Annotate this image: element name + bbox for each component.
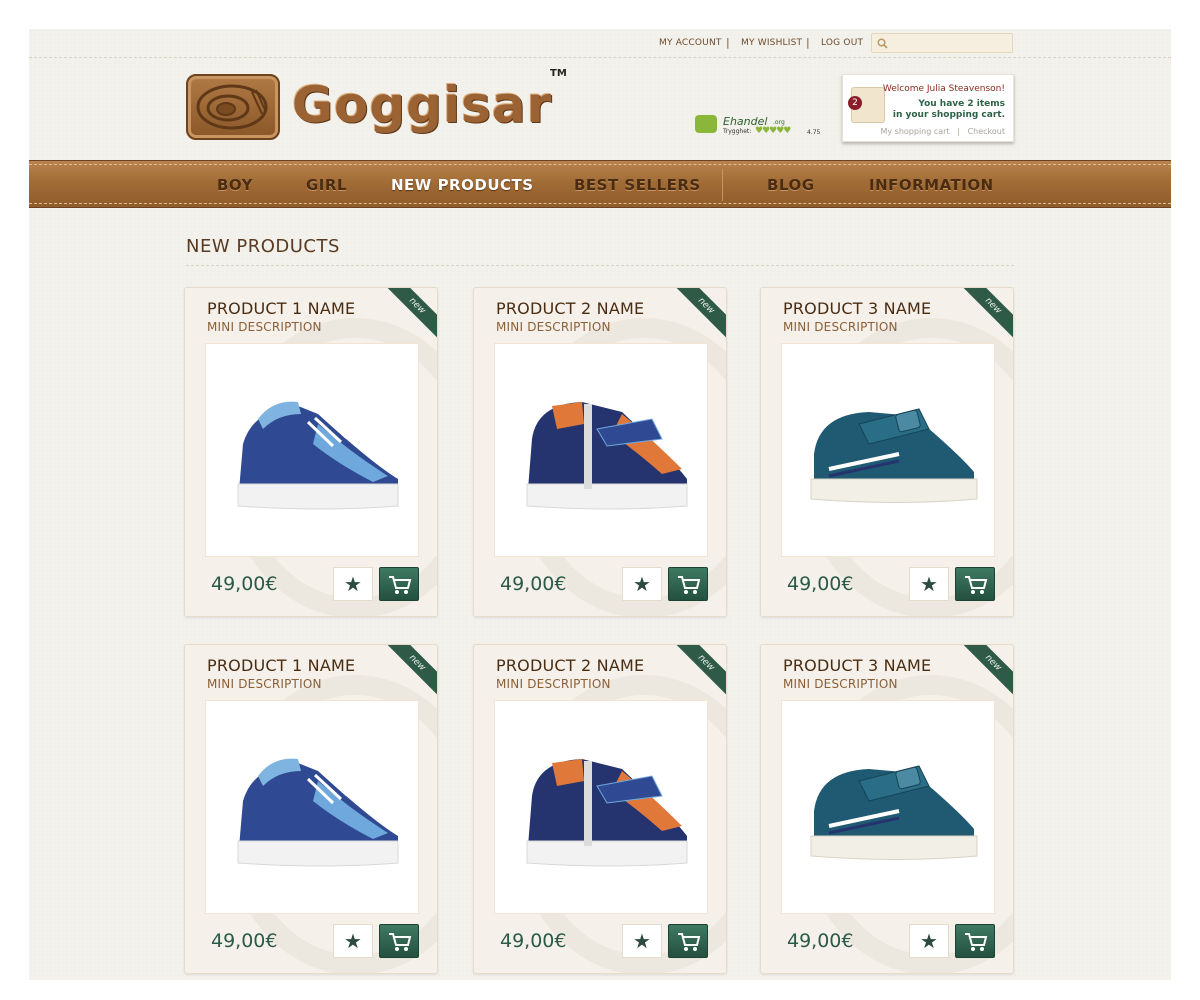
cart-icon: [965, 576, 988, 594]
product-description: MINI DESCRIPTION: [207, 677, 322, 691]
log-out-link[interactable]: LOG OUT: [821, 38, 863, 48]
rating-hearts-icon: ♥♥♥♥♥: [755, 126, 791, 136]
product-name[interactable]: PRODUCT 2 NAME: [496, 656, 644, 675]
add-to-wishlist-button[interactable]: ★: [909, 567, 949, 601]
product-price: 49,00€: [211, 930, 278, 952]
product-card[interactable]: PRODUCT 2 NAME MINI DESCRIPTION new 49,0…: [473, 287, 727, 617]
add-to-wishlist-button[interactable]: ★: [622, 924, 662, 958]
cart-icon: [678, 933, 701, 951]
search-box[interactable]: [871, 33, 1013, 53]
add-to-wishlist-button[interactable]: ★: [622, 567, 662, 601]
teal-velcro-shoe-icon: [810, 765, 978, 860]
navy-orange-zip-boot-icon: [526, 759, 688, 867]
cart-link-separator: |: [957, 127, 960, 136]
product-name[interactable]: PRODUCT 3 NAME: [783, 299, 931, 318]
cart-icon: [389, 576, 412, 594]
add-to-cart-button[interactable]: [379, 924, 419, 958]
product-image[interactable]: [781, 343, 995, 557]
product-card[interactable]: PRODUCT 1 NAME MINI DESCRIPTION new 49,0…: [184, 644, 438, 974]
logo-trademark: TM: [550, 68, 567, 79]
product-price: 49,00€: [787, 930, 854, 952]
teal-velcro-shoe-icon: [810, 408, 978, 503]
product-price: 49,00€: [500, 573, 567, 595]
cart-items-text: You have 2 items: [918, 99, 1005, 109]
search-icon[interactable]: [877, 38, 888, 49]
main-nav: BOY GIRL NEW PRODUCTS BEST SELLERS BLOG …: [29, 160, 1171, 208]
nav-item-girl[interactable]: GIRL: [306, 176, 347, 194]
cart-items-text-2: in your shopping cart.: [892, 110, 1005, 120]
nav-item-best-sellers[interactable]: BEST SELLERS: [574, 176, 701, 194]
product-card[interactable]: PRODUCT 3 NAME MINI DESCRIPTION new 49,0…: [760, 644, 1014, 974]
nav-item-new-products[interactable]: NEW PRODUCTS: [391, 176, 534, 194]
ehandel-org: .org: [773, 119, 785, 126]
product-description: MINI DESCRIPTION: [496, 320, 611, 334]
star-icon: ★: [344, 929, 362, 953]
logo-badge-icon: [186, 74, 280, 140]
welcome-text: Welcome Julia Steavenson!: [882, 84, 1005, 94]
nav-divider: [722, 169, 723, 201]
blue-lace-sneaker-icon: [237, 758, 399, 867]
blue-lace-sneaker-icon: [237, 401, 399, 510]
cart-links: My shopping cart | Checkout: [880, 127, 1005, 136]
add-to-wishlist-button[interactable]: ★: [333, 567, 373, 601]
product-name[interactable]: PRODUCT 3 NAME: [783, 656, 931, 675]
product-image[interactable]: [494, 700, 708, 914]
search-input[interactable]: [892, 36, 1010, 50]
add-to-cart-button[interactable]: [955, 924, 995, 958]
title-divider: [186, 265, 1014, 266]
speech-bubble-icon: [695, 115, 717, 133]
star-icon: ★: [920, 572, 938, 596]
product-image[interactable]: [781, 700, 995, 914]
product-description: MINI DESCRIPTION: [783, 677, 898, 691]
add-to-cart-button[interactable]: [668, 924, 708, 958]
product-description: MINI DESCRIPTION: [783, 320, 898, 334]
cart-icon: [389, 933, 412, 951]
cart-icon: [678, 576, 701, 594]
product-card[interactable]: PRODUCT 3 NAME MINI DESCRIPTION new 49,0…: [760, 287, 1014, 617]
product-image[interactable]: [205, 343, 419, 557]
add-to-wishlist-button[interactable]: ★: [333, 924, 373, 958]
my-shopping-cart-link[interactable]: My shopping cart: [880, 127, 949, 136]
product-image[interactable]: [494, 343, 708, 557]
product-card[interactable]: PRODUCT 2 NAME MINI DESCRIPTION new 49,0…: [473, 644, 727, 974]
ehandel-trust-badge[interactable]: Ehandel .org Trygghet: ♥♥♥♥♥ 4.75: [693, 113, 828, 141]
ehandel-label: Trygghet:: [723, 128, 752, 135]
nav-item-information[interactable]: INFORMATION: [869, 176, 994, 194]
ehandel-score: 4.75: [807, 129, 821, 136]
product-price: 49,00€: [211, 573, 278, 595]
page: MY ACCOUNT | MY WISHLIST | LOG OUT Goggi…: [29, 29, 1171, 980]
site-logo[interactable]: Goggisar TM: [186, 68, 567, 142]
nav-item-boy[interactable]: BOY: [217, 176, 253, 194]
my-wishlist-link[interactable]: MY WISHLIST: [741, 38, 802, 48]
add-to-cart-button[interactable]: [955, 567, 995, 601]
add-to-cart-button[interactable]: [379, 567, 419, 601]
topbar-separator: |: [806, 36, 810, 49]
product-card[interactable]: PRODUCT 1 NAME MINI DESCRIPTION new 49,0…: [184, 287, 438, 617]
product-name[interactable]: PRODUCT 1 NAME: [207, 656, 355, 675]
mini-cart: 2 Welcome Julia Steavenson! You have 2 i…: [842, 74, 1014, 142]
product-image[interactable]: [205, 700, 419, 914]
topbar-separator: |: [726, 36, 730, 49]
cart-count-badge: 2: [848, 96, 862, 110]
star-icon: ★: [633, 572, 651, 596]
add-to-wishlist-button[interactable]: ★: [909, 924, 949, 958]
my-account-link[interactable]: MY ACCOUNT: [659, 38, 722, 48]
product-price: 49,00€: [500, 930, 567, 952]
logo-wordmark: Goggisar: [292, 76, 553, 134]
star-icon: ★: [920, 929, 938, 953]
nav-item-blog[interactable]: BLOG: [767, 176, 815, 194]
checkout-link[interactable]: Checkout: [968, 127, 1005, 136]
star-icon: ★: [633, 929, 651, 953]
product-price: 49,00€: [787, 573, 854, 595]
product-name[interactable]: PRODUCT 2 NAME: [496, 299, 644, 318]
top-utility-bar: MY ACCOUNT | MY WISHLIST | LOG OUT: [29, 29, 1171, 58]
product-description: MINI DESCRIPTION: [207, 320, 322, 334]
product-name[interactable]: PRODUCT 1 NAME: [207, 299, 355, 318]
page-title: NEW PRODUCTS: [186, 236, 340, 257]
cart-icon: [965, 933, 988, 951]
navy-orange-zip-boot-icon: [526, 402, 688, 510]
product-description: MINI DESCRIPTION: [496, 677, 611, 691]
star-icon: ★: [344, 572, 362, 596]
add-to-cart-button[interactable]: [668, 567, 708, 601]
